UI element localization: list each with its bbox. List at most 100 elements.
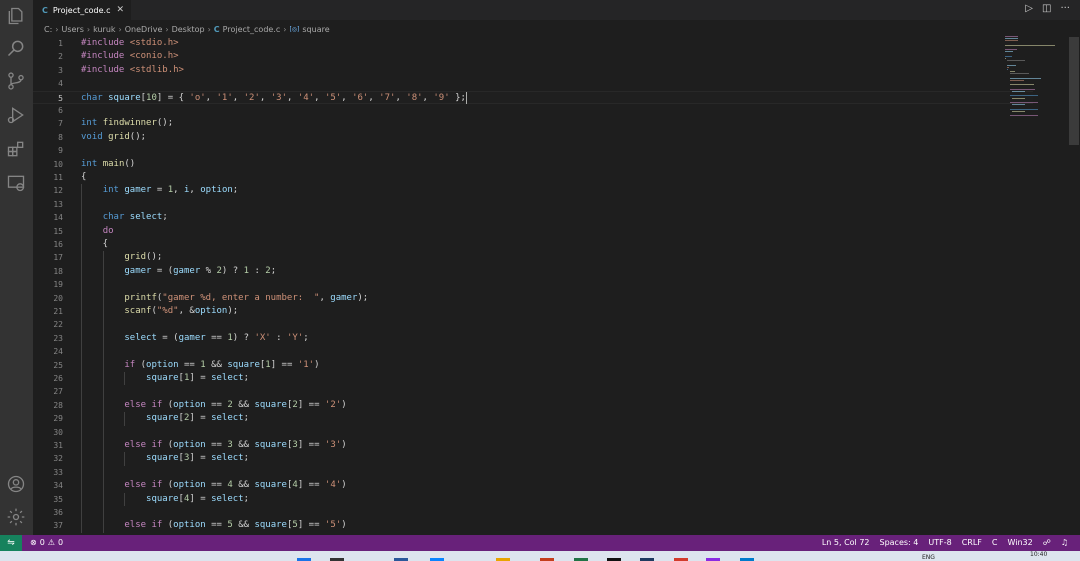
code-text: gamer = (gamer % 2) ? 1 : 2; [124, 265, 277, 276]
minimap-line [1005, 49, 1017, 51]
breadcrumb-symbol[interactable]: square [302, 25, 329, 34]
line-number: 33 [53, 467, 63, 477]
indent-guide [124, 492, 126, 506]
remote-explorer-icon[interactable] [6, 173, 26, 193]
code-text: square[4] = select; [146, 493, 250, 504]
split-editor-icon[interactable]: ◫ [1042, 3, 1051, 14]
platform[interactable]: Win32 [1008, 538, 1033, 547]
code-line[interactable]: 19 [33, 278, 1033, 291]
code-line[interactable]: 32 square[3] = select; [33, 452, 1033, 465]
code-line[interactable]: 36 [33, 506, 1033, 519]
code-text: select = (gamer == 1) ? 'X' : 'Y'; [124, 332, 309, 343]
activity-bar [0, 0, 33, 535]
code-line[interactable]: 9 [33, 144, 1033, 157]
tab-label: Project_code.c [52, 5, 111, 15]
code-line[interactable]: 18 gamer = (gamer % 2) ? 1 : 2; [33, 265, 1033, 278]
code-line[interactable]: 29 square[2] = select; [33, 412, 1033, 425]
minimap-line [1009, 71, 1015, 73]
minimap-line [1009, 95, 1039, 97]
code-text: { [81, 172, 87, 182]
tab-project-code[interactable]: C Project_code.c ✕ [33, 0, 131, 20]
code-line[interactable]: 10 int main() [33, 158, 1033, 171]
encoding[interactable]: UTF-8 [928, 538, 951, 547]
code-text: int gamer = 1, i, option; [102, 185, 239, 196]
text-cursor [465, 91, 467, 104]
breadcrumb-item[interactable]: Users [61, 25, 83, 34]
code-line[interactable]: 26 square[1] = select; [33, 372, 1033, 385]
code-line[interactable]: 13 [33, 198, 1033, 211]
breadcrumb-item[interactable]: C: [44, 25, 52, 34]
code-line[interactable]: 12 int gamer = 1, i, option; [33, 184, 1033, 197]
line-number: 34 [53, 481, 63, 491]
line-number: 11 [53, 173, 63, 182]
indentation[interactable]: Spaces: 4 [880, 538, 919, 547]
code-line[interactable]: 35 square[4] = select; [33, 493, 1033, 506]
breadcrumb-separator: › [165, 25, 169, 34]
code-line[interactable]: 11 { [33, 171, 1033, 184]
code-text: else if (option == 3 && square[3] == '3'… [124, 440, 347, 450]
remote-indicator-icon[interactable]: ⇋ [0, 535, 22, 551]
code-line[interactable]: 37 else if (option == 5 && square[5] == … [33, 519, 1033, 532]
code-line[interactable]: 23 select = (gamer == 1) ? 'X' : 'Y'; [33, 332, 1033, 345]
code-line[interactable]: 2 #include <conio.h> [33, 50, 1033, 63]
code-line[interactable]: 3 #include <stdlib.h> [33, 64, 1033, 77]
error-count: 0 [39, 538, 45, 547]
code-line[interactable]: 17 grid(); [33, 251, 1033, 264]
code-line[interactable]: 20 printf("gamer %d, enter a number: ", … [33, 292, 1033, 305]
more-actions-icon[interactable]: ··· [1060, 3, 1070, 14]
line-number: 14 [53, 213, 63, 223]
code-line[interactable]: 16 { [33, 238, 1033, 251]
clock[interactable]: 10:40 [1030, 551, 1047, 558]
code-line[interactable]: 8 void grid(); [33, 131, 1033, 144]
line-number: 20 [53, 293, 63, 303]
minimap[interactable] [1005, 36, 1065, 196]
code-line[interactable]: 7 int findwinner(); [33, 117, 1033, 130]
code-text: #include <conio.h> [81, 51, 179, 62]
source-control-icon[interactable] [6, 71, 26, 91]
breadcrumb-item[interactable]: kuruk [93, 25, 115, 34]
code-line[interactable]: 15 do [33, 225, 1033, 238]
code-line[interactable]: 25 if (option == 1 && square[1] == '1') [33, 359, 1033, 372]
close-icon[interactable]: ✕ [116, 5, 124, 15]
code-line[interactable]: 1 #include <stdio.h> [33, 37, 1033, 50]
notifications-bell-icon[interactable]: ♫ [1061, 538, 1068, 547]
extensions-icon[interactable] [6, 139, 26, 159]
code-line[interactable]: 21 scanf("%d", &option); [33, 305, 1033, 318]
search-icon[interactable] [6, 38, 26, 58]
line-ending[interactable]: CRLF [962, 538, 982, 547]
account-icon[interactable] [6, 474, 26, 494]
breadcrumb-file[interactable]: Project_code.c [223, 25, 281, 34]
code-line[interactable]: 6 [33, 104, 1033, 117]
breadcrumb-item[interactable]: OneDrive [125, 25, 163, 34]
run-debug-icon[interactable] [6, 105, 26, 125]
feedback-icon[interactable]: ☍ [1043, 538, 1051, 547]
line-number: 22 [53, 320, 63, 330]
c-file-icon: C [42, 5, 48, 15]
code-line[interactable]: 27 [33, 385, 1033, 398]
code-line[interactable]: 24 [33, 345, 1033, 358]
settings-gear-icon[interactable] [6, 507, 26, 527]
code-line[interactable]: 5 char square[10] = { 'o', '1', '2', '3',… [33, 90, 1033, 104]
explorer-files-icon[interactable] [6, 6, 26, 26]
windows-taskbar: ENG 10:40 [0, 551, 1080, 561]
input-language[interactable]: ENG [922, 554, 935, 561]
breadcrumb-item[interactable]: Desktop [172, 25, 205, 34]
code-text: { [81, 239, 109, 249]
code-line[interactable]: 14 char select; [33, 211, 1033, 224]
run-icon[interactable]: ▷ [1025, 3, 1033, 14]
code-line[interactable]: 31 else if (option == 3 && square[3] == … [33, 439, 1033, 452]
code-line[interactable]: 28 else if (option == 2 && square[2] == … [33, 399, 1033, 412]
code-line[interactable]: 34 else if (option == 4 && square[4] == … [33, 479, 1033, 492]
code-line[interactable]: 4 [33, 77, 1033, 90]
minimap-line [1007, 66, 1009, 68]
code-line[interactable]: 33 [33, 466, 1033, 479]
minimap-line [1009, 77, 1042, 79]
language-mode[interactable]: C [992, 538, 998, 547]
vertical-scrollbar[interactable] [1069, 37, 1079, 145]
line-number: 4 [58, 79, 63, 89]
code-line[interactable]: 22 [33, 318, 1033, 331]
cursor-position[interactable]: Ln 5, Col 72 [822, 538, 870, 547]
problems-indicator[interactable]: ⊗ 0 ⚠ 0 [30, 538, 63, 547]
code-editor[interactable]: 1 #include <stdio.h> 2 #include <conio.h> 3 #… [33, 37, 1068, 535]
code-line[interactable]: 30 [33, 426, 1033, 439]
